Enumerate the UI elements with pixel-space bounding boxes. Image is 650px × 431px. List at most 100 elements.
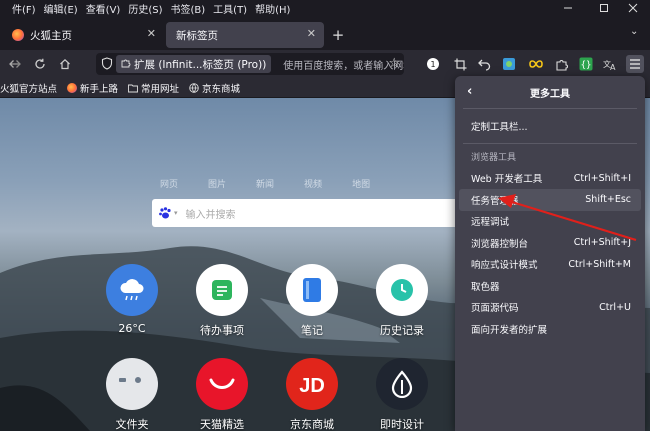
eyedropper-item[interactable]: 取色器	[459, 275, 641, 297]
new-tab-plus-icon[interactable]: +	[330, 27, 346, 43]
undo-arrow-icon[interactable]	[475, 55, 493, 73]
minimize-icon[interactable]	[551, 0, 585, 16]
shield-icon[interactable]	[101, 57, 113, 73]
customize-toolbar-item[interactable]: 定制工具栏...	[459, 115, 641, 137]
menu-view[interactable]: 查看(V)	[86, 1, 121, 16]
jishi-design-icon	[376, 358, 428, 410]
search-tab-video[interactable]: 视频	[304, 177, 322, 190]
svg-text:1: 1	[430, 60, 435, 69]
tile-tmall[interactable]: 天猫精选	[192, 358, 252, 431]
tile-folder[interactable]: 文件夹	[102, 358, 162, 431]
menu-tools[interactable]: 工具(T)	[213, 1, 247, 16]
bookmark-label: 常用网址	[141, 83, 180, 95]
bookmark-label: 火狐官方站点	[0, 83, 58, 95]
close-icon[interactable]	[616, 0, 650, 16]
menu-item-label: 浏览器控制台	[471, 238, 529, 250]
home-icon[interactable]	[55, 54, 75, 74]
tile-jishi-design[interactable]: 即时设计	[372, 358, 432, 431]
menu-item-label: 定制工具栏...	[471, 121, 528, 133]
firefox-icon	[12, 29, 24, 41]
menu-item-shortcut: Ctrl+Shift+M	[568, 258, 631, 270]
engine-dropdown-icon[interactable]: ▾	[174, 209, 178, 217]
firefox-icon	[67, 82, 78, 93]
bookmark-folder[interactable]: 常用网址	[128, 81, 179, 95]
menu-help[interactable]: 帮助(H)	[255, 1, 290, 16]
globe-icon	[189, 82, 199, 93]
image-extension-icon[interactable]	[500, 55, 518, 73]
svg-text:JD: JD	[299, 375, 325, 396]
account-badge-icon[interactable]: 1	[424, 55, 442, 73]
bookmark-item[interactable]: 京东商城	[189, 81, 240, 95]
extension-identity-chip[interactable]: 扩展 (Infinit...标签页 (Pro))	[116, 55, 272, 73]
folder-tile-icon	[106, 358, 158, 410]
bookmark-label: 新手上路	[80, 83, 119, 95]
menu-item-shortcut: Ctrl+U	[599, 301, 631, 313]
panel-title: 更多工具	[530, 88, 570, 100]
bookmark-label: 京东商城	[202, 83, 241, 95]
page-source-item[interactable]: 页面源代码 Ctrl+U	[459, 297, 641, 319]
tile-label: 笔记	[301, 324, 323, 337]
tile-label: 文件夹	[115, 418, 149, 431]
tile-todo[interactable]: 待办事项	[192, 264, 252, 338]
bookmark-item[interactable]: 新手上路	[67, 81, 118, 95]
tile-history[interactable]: 历史记录	[372, 264, 432, 338]
tab-new-tab[interactable]: 新标签页 ✕	[166, 22, 324, 48]
tab-firefox-home[interactable]: 火狐主页 ✕	[2, 22, 164, 48]
notes-icon	[286, 264, 338, 316]
menu-history[interactable]: 历史(S)	[128, 1, 162, 16]
infinity-extension-icon[interactable]	[527, 55, 545, 73]
navigation-toolbar: 扩展 (Infinit...标签页 (Pro)) 使用百度搜索，或者输入网址 ☆…	[0, 50, 650, 78]
tmall-icon	[196, 358, 248, 410]
weather-cloud-icon	[106, 264, 158, 316]
search-tab-news[interactable]: 新闻	[256, 177, 274, 190]
menu-bookmarks[interactable]: 书签(B)	[171, 1, 206, 16]
hamburger-menu-icon[interactable]	[626, 55, 644, 73]
responsive-design-mode-item[interactable]: 响应式设计模式 Ctrl+Shift+M	[459, 254, 641, 276]
menu-item-label: 页面源代码	[471, 303, 519, 315]
tile-label: 待办事项	[200, 324, 244, 337]
close-tab-icon[interactable]: ✕	[307, 27, 316, 40]
developer-extensions-item[interactable]: 面向开发者的扩展	[459, 318, 641, 340]
forward-arrow-icon[interactable]	[6, 54, 26, 74]
back-chevron-icon[interactable]: ‹	[467, 84, 472, 99]
list-all-tabs-chevron-icon[interactable]: ⌄	[630, 26, 638, 37]
menu-edit[interactable]: 编辑(E)	[44, 1, 78, 16]
tile-notes[interactable]: 笔记	[282, 264, 342, 338]
menu-item-label: 远程调试	[471, 217, 510, 229]
search-tab-web[interactable]: 网页	[160, 177, 178, 190]
reload-icon[interactable]	[30, 54, 50, 74]
menu-file[interactable]: 件(F)	[12, 1, 36, 16]
more-tools-panel: ‹ 更多工具 定制工具栏... 浏览器工具 Web 开发者工具 Ctrl+Shi…	[455, 76, 645, 431]
bookmark-item[interactable]: 火狐官方站点	[0, 81, 57, 95]
jd-icon: JD	[286, 358, 338, 410]
tab-title: 火狐主页	[30, 29, 72, 42]
menu-item-label: 响应式设计模式	[471, 260, 538, 272]
tile-label: 京东商城	[290, 418, 334, 431]
script-braces-icon[interactable]: {}	[577, 55, 595, 73]
screenshot-crop-icon[interactable]	[451, 55, 469, 73]
browser-console-item[interactable]: 浏览器控制台 Ctrl+Shift+J	[459, 232, 641, 254]
address-bar[interactable]: 扩展 (Infinit...标签页 (Pro)) 使用百度搜索，或者输入网址 ☆	[96, 53, 404, 75]
svg-text:{}: {}	[581, 61, 592, 71]
bookmark-star-icon[interactable]: ☆	[388, 56, 400, 71]
folder-icon	[128, 83, 138, 93]
svg-text:A: A	[610, 63, 616, 71]
close-tab-icon[interactable]: ✕	[147, 27, 156, 40]
menu-item-label: Web 开发者工具	[471, 174, 543, 186]
search-input[interactable]: ▾ 输入并搜索	[152, 199, 492, 227]
extensions-puzzle-icon[interactable]	[553, 55, 571, 73]
search-engine-tabs: 网页 图片 新闻 视频 地图	[160, 177, 400, 190]
remote-debugging-item[interactable]: 远程调试	[459, 211, 641, 233]
todo-icon	[196, 264, 248, 316]
tile-weather[interactable]: 26°C	[102, 264, 162, 335]
task-manager-item[interactable]: 任务管理器 Shift+Esc	[459, 189, 641, 211]
extension-chip-label: 扩展 (Infinit...标签页 (Pro))	[134, 58, 267, 71]
menu-item-label: 面向开发者的扩展	[471, 324, 548, 336]
web-developer-tools-item[interactable]: Web 开发者工具 Ctrl+Shift+I	[459, 168, 641, 190]
menu-item-label: 取色器	[471, 281, 500, 293]
search-tab-images[interactable]: 图片	[208, 177, 226, 190]
translate-icon[interactable]: 文A	[601, 55, 619, 73]
baidu-paw-icon[interactable]	[158, 206, 172, 220]
tile-jd[interactable]: JD 京东商城	[282, 358, 342, 431]
search-tab-map[interactable]: 地图	[352, 177, 370, 190]
